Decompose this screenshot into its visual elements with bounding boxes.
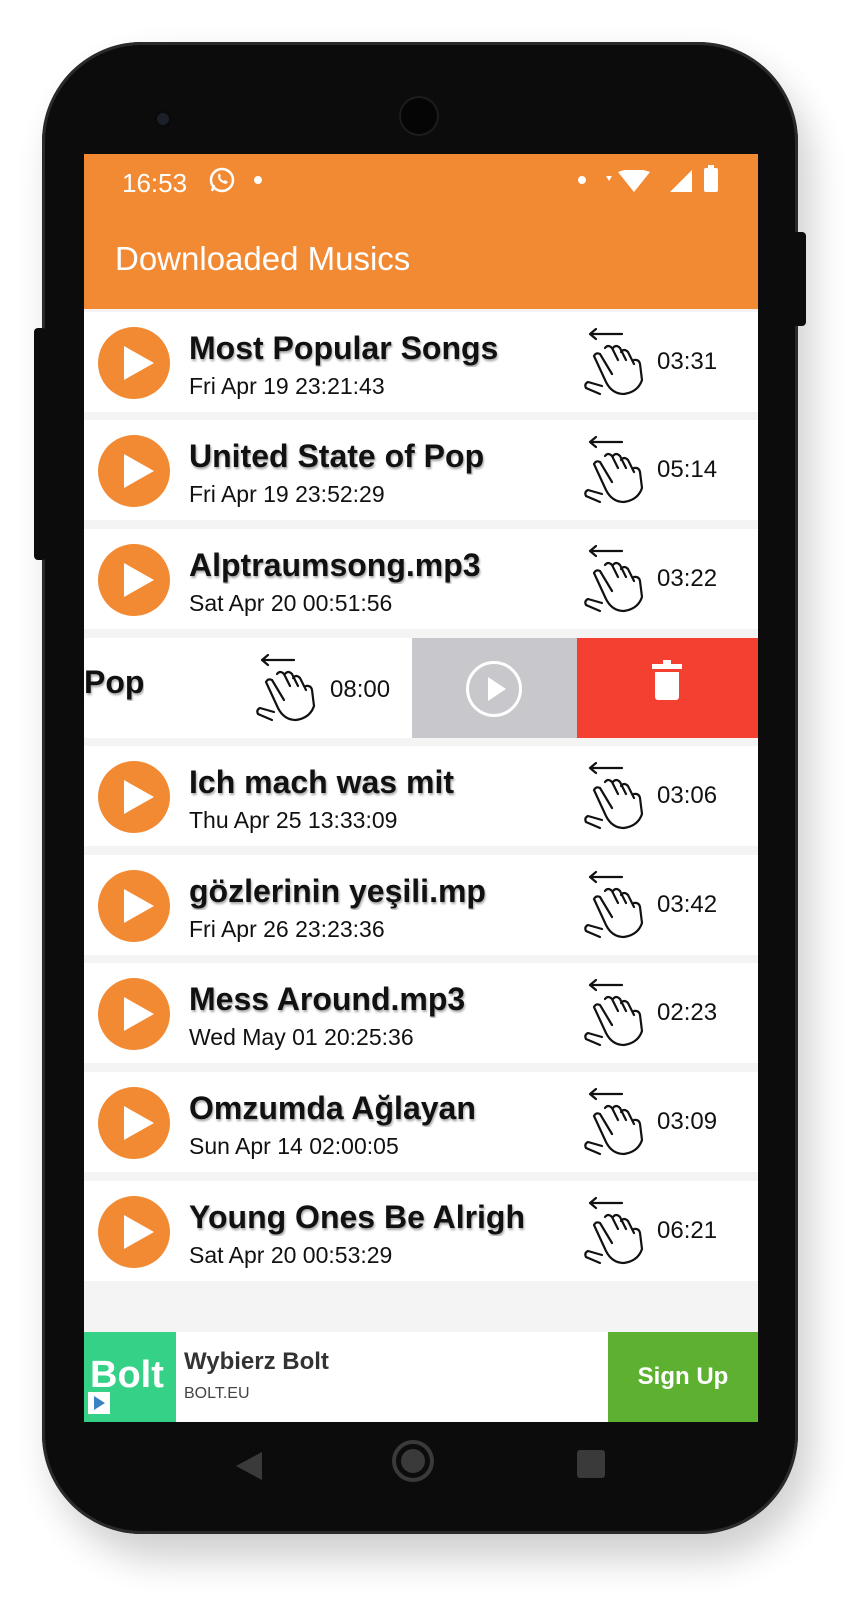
song-title: gözlerinin yeşili.mp [189, 873, 486, 909]
ad-url: BOLT.EU [184, 1385, 250, 1402]
ad-logo-text: Bolt [90, 1354, 164, 1396]
song-title: United State of Pop [189, 438, 485, 474]
play-icon[interactable] [98, 1196, 170, 1268]
song-duration: 08:00 [330, 676, 391, 703]
song-title: Mess Around.mp3 [189, 981, 466, 1017]
play-icon[interactable] [98, 870, 170, 942]
song-row[interactable]: Alptraumsong.mp3 Sat Apr 20 00:51:56 03:22 [84, 529, 758, 629]
status-bar: 16:53 [84, 154, 758, 210]
play-icon[interactable] [98, 435, 170, 507]
song-date: Sat Apr 20 00:51:56 [189, 590, 393, 616]
song-date: Fri Apr 19 23:21:43 [189, 373, 385, 399]
swipe-left-hand-icon [254, 650, 318, 724]
song-row[interactable]: Mess Around.mp3 Wed May 01 20:25:36 02:23 [84, 963, 758, 1063]
swipe-left-hand-icon [582, 324, 646, 398]
ad-sign-up-button[interactable]: Sign Up [608, 1332, 758, 1422]
song-date: Fri Apr 19 23:52:29 [189, 481, 385, 507]
swipe-left-hand-icon [582, 432, 646, 506]
song-row[interactable]: Most Popular Songs Fri Apr 19 23:21:43 03:… [84, 312, 758, 412]
song-duration: 06:21 [657, 1217, 718, 1244]
song-duration: 03:06 [657, 782, 718, 809]
song-row[interactable]: gözlerinin yeşili.mp Fri Apr 26 23:23:36 0… [84, 855, 758, 955]
play-icon[interactable] [98, 761, 170, 833]
song-row[interactable]: Pop 08:00 [84, 638, 758, 738]
song-duration: 03:31 [657, 348, 718, 375]
song-duration: 05:14 [657, 456, 718, 483]
cell-signal-icon [670, 170, 692, 192]
notification-dot-icon [578, 176, 586, 184]
swipe-left-hand-icon [582, 758, 646, 832]
song-duration: 03:42 [657, 891, 718, 918]
song-title: Ich mach was mit [189, 764, 454, 800]
song-date: Fri Apr 26 23:23:36 [189, 916, 385, 942]
trash-icon [652, 660, 682, 700]
home-icon[interactable] [392, 1440, 434, 1482]
song-title: Pop [84, 664, 145, 700]
play-icon[interactable] [98, 978, 170, 1050]
swipe-left-hand-icon [582, 541, 646, 615]
song-date: Thu Apr 25 13:33:09 [189, 807, 398, 833]
front-camera [154, 110, 172, 128]
play-circle-icon [466, 661, 522, 717]
page-title: Downloaded Musics [115, 240, 411, 277]
screen: 16:53 Downloaded Musics Most Popular Son… [84, 154, 758, 1422]
swipe-left-hand-icon [582, 1193, 646, 1267]
song-title: Alptraumsong.mp3 [189, 547, 481, 583]
song-row[interactable]: United State of Pop Fri Apr 19 23:52:29 05… [84, 420, 758, 520]
swipe-play-button[interactable] [412, 638, 577, 738]
whatsapp-icon [209, 167, 235, 193]
song-date: Sat Apr 20 00:53:29 [189, 1242, 393, 1268]
battery-icon [704, 165, 718, 192]
wifi-icon [606, 170, 650, 192]
adchoices-icon[interactable] [88, 1392, 110, 1414]
play-icon[interactable] [98, 1087, 170, 1159]
song-duration: 03:22 [657, 565, 718, 592]
song-date: Wed May 01 20:25:36 [189, 1024, 414, 1050]
app-bar: 16:53 Downloaded Musics [84, 154, 758, 309]
song-date: Sun Apr 14 02:00:05 [189, 1133, 399, 1159]
swipe-delete-button[interactable] [577, 638, 758, 738]
ad-title: Wybierz Bolt [184, 1348, 329, 1375]
volume-button [34, 328, 46, 560]
swipe-left-hand-icon [582, 1084, 646, 1158]
ad-banner[interactable]: Bolt Wybierz Bolt BOLT.EU Sign Up [84, 1332, 758, 1422]
status-time: 16:53 [122, 168, 188, 198]
power-button [792, 232, 806, 326]
earpiece-speaker [399, 96, 439, 136]
song-row[interactable]: Ich mach was mit Thu Apr 25 13:33:09 03:06 [84, 746, 758, 846]
play-icon[interactable] [98, 327, 170, 399]
song-duration: 03:09 [657, 1108, 718, 1135]
song-duration: 02:23 [657, 999, 718, 1026]
system-nav-bar [84, 1422, 758, 1502]
song-title: Omzumda Ağlayan [189, 1090, 476, 1126]
play-icon[interactable] [98, 544, 170, 616]
swipe-left-hand-icon [582, 975, 646, 1049]
song-title: Most Popular Songs [189, 330, 499, 366]
recent-apps-icon[interactable] [577, 1450, 605, 1478]
back-icon[interactable] [236, 1452, 262, 1480]
song-row[interactable]: Young Ones Be Alrigh Sat Apr 20 00:53:29 0… [84, 1181, 758, 1281]
swipe-left-hand-icon [582, 867, 646, 941]
song-title: Young Ones Be Alrigh [189, 1199, 526, 1235]
notification-dot-icon [254, 176, 262, 184]
song-row[interactable]: Omzumda Ağlayan Sun Apr 14 02:00:05 03:09 [84, 1072, 758, 1172]
